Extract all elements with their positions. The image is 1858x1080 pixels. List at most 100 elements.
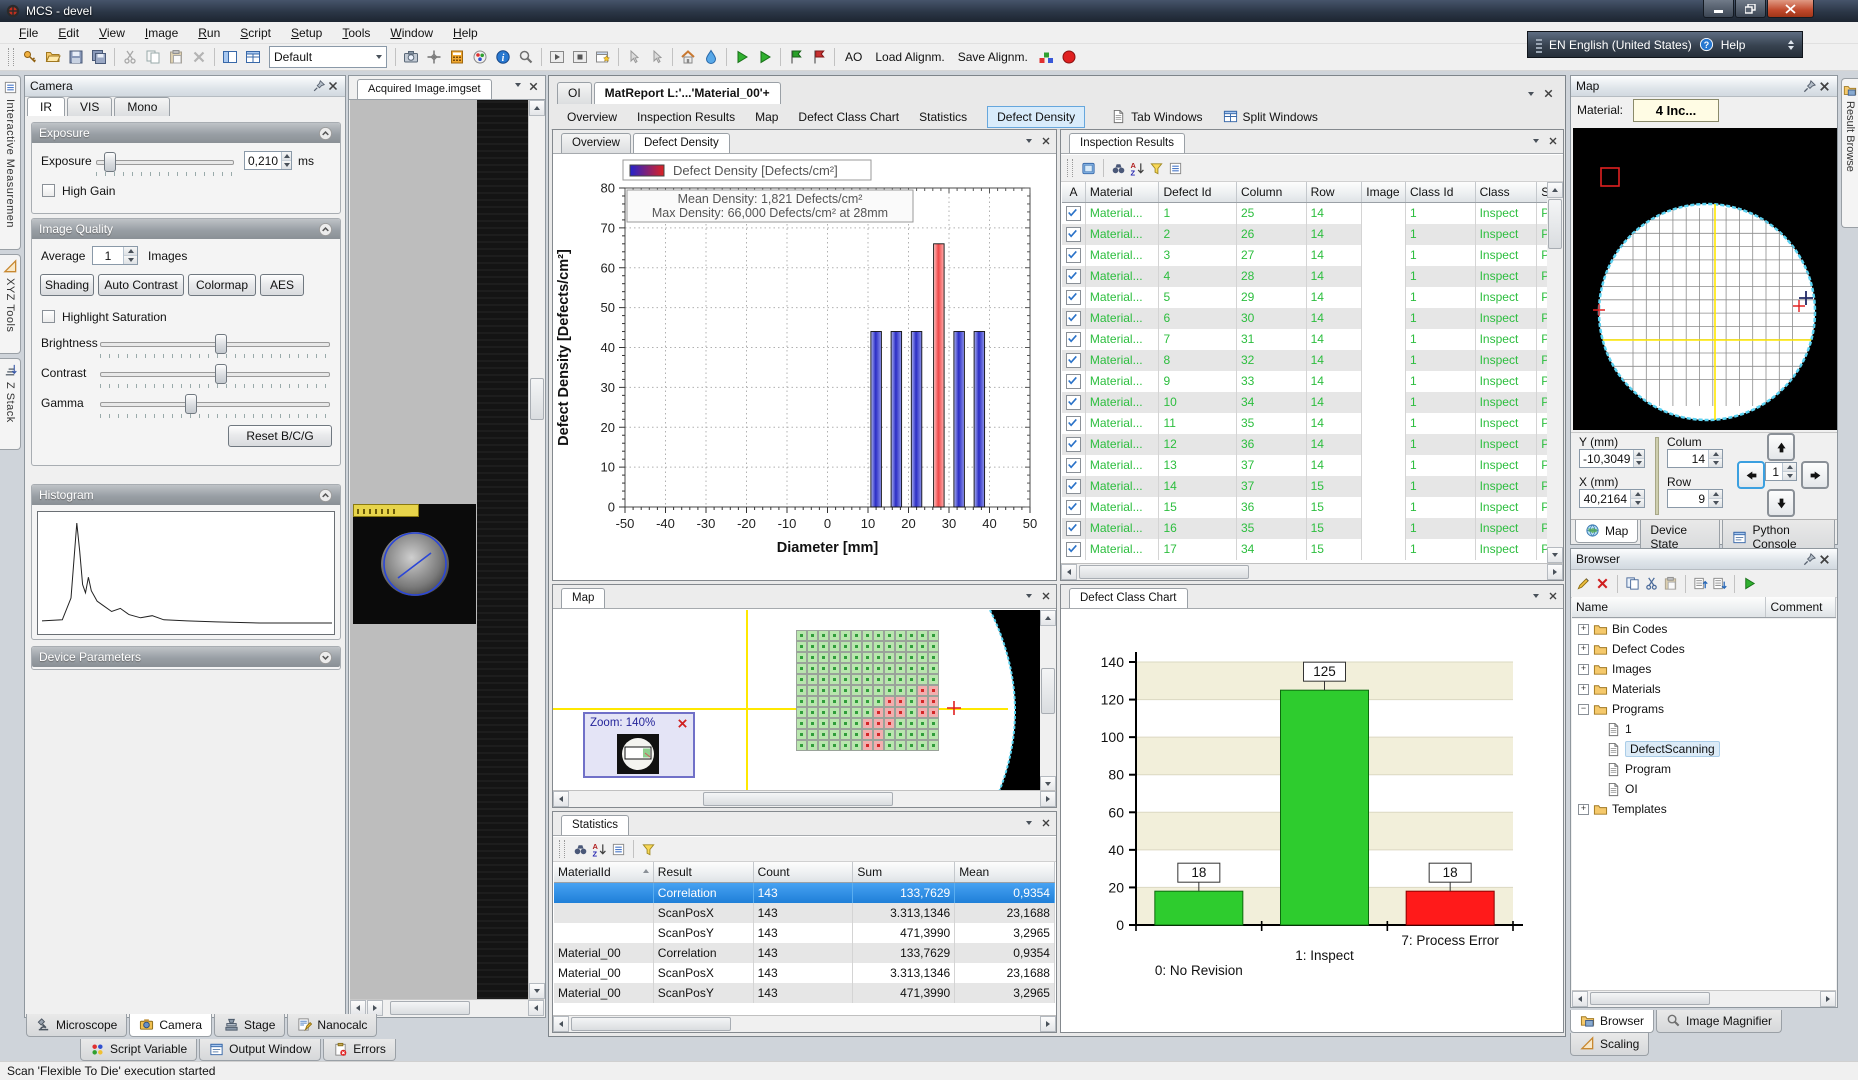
expand-icon[interactable]: + — [1578, 664, 1589, 675]
table-row[interactable]: Material_00Correlation143133,76290,9354 — [554, 943, 1055, 963]
filter-icon[interactable] — [1149, 161, 1164, 176]
dock-tab-image-magnifier[interactable]: Image Magnifier — [1656, 1010, 1782, 1033]
die-cell[interactable] — [906, 652, 917, 663]
cursor-button[interactable] — [623, 46, 645, 68]
table-row[interactable]: Material... 6 30 14 1 Inspect Pass — [1062, 308, 1549, 329]
tree-item-defect-codes[interactable]: + Defect Codes — [1572, 639, 1836, 659]
expand-icon[interactable]: + — [1578, 684, 1589, 695]
die-cell[interactable] — [851, 652, 862, 663]
die-cell[interactable] — [873, 641, 884, 652]
brightness-slider[interactable] — [100, 334, 330, 352]
die-cell[interactable] — [807, 729, 818, 740]
table-row[interactable]: Material... 9 33 14 1 Inspect Pass — [1062, 371, 1549, 392]
statistics-tab-statistics[interactable]: Statistics — [561, 815, 629, 835]
row-checkbox[interactable] — [1066, 500, 1081, 515]
die-cell[interactable] — [906, 641, 917, 652]
close-icon[interactable] — [1547, 590, 1559, 602]
die-cell[interactable] — [796, 630, 807, 641]
table-row[interactable]: Material... 2 26 14 1 Inspect Pass — [1062, 224, 1549, 245]
close-icon[interactable] — [527, 80, 540, 93]
tab-list-icon[interactable] — [1533, 139, 1539, 143]
menu-file[interactable]: File — [10, 24, 47, 42]
expand-icon[interactable]: + — [1578, 804, 1589, 815]
die-cell[interactable] — [928, 740, 939, 751]
die-cell[interactable] — [840, 630, 851, 641]
cut-b-icon[interactable] — [1644, 576, 1659, 591]
tree-item-images[interactable]: + Images — [1572, 659, 1836, 679]
device-tab-camera[interactable]: Camera — [129, 1014, 212, 1037]
titlebar[interactable]: MCS - devel — [0, 0, 1858, 22]
die-cell[interactable] — [818, 718, 829, 729]
die-cell[interactable] — [851, 729, 862, 740]
die-cell[interactable] — [895, 718, 906, 729]
ribbon-inspection-results[interactable]: Inspection Results — [637, 110, 735, 124]
die-cell[interactable] — [884, 663, 895, 674]
acquired-image-tab[interactable]: Acquired Image.imgset — [357, 79, 492, 99]
die-cell[interactable] — [829, 641, 840, 652]
die-cell[interactable] — [818, 641, 829, 652]
die-cell[interactable] — [873, 685, 884, 696]
close-icon[interactable] — [1817, 552, 1832, 567]
auto-contrast-button[interactable]: Auto Contrast — [98, 274, 184, 296]
column-header-comment[interactable]: Comment — [1766, 597, 1836, 617]
play-box-button[interactable] — [546, 46, 568, 68]
die-cell[interactable] — [928, 663, 939, 674]
die-cell[interactable] — [928, 641, 939, 652]
die-cell[interactable] — [906, 707, 917, 718]
aes-button[interactable]: AES — [260, 274, 304, 296]
row-checkbox[interactable] — [1066, 542, 1081, 557]
dock-tab-map[interactable]: Map — [1575, 520, 1638, 543]
list-icon[interactable] — [1168, 161, 1183, 176]
die-cell[interactable] — [829, 652, 840, 663]
column-header-image[interactable]: Image — [1362, 182, 1406, 202]
table-row[interactable]: Material... 5 29 14 1 Inspect Pass — [1062, 287, 1549, 308]
die-cell[interactable] — [829, 674, 840, 685]
die-cell[interactable] — [840, 718, 851, 729]
side-tab-interactive-measuremen[interactable]: Interactive Measuremen — [0, 75, 21, 250]
menu-help[interactable]: Help — [444, 24, 487, 42]
close-icon[interactable] — [326, 79, 340, 93]
row-checkbox[interactable] — [1066, 290, 1081, 305]
table-row[interactable]: Material... 12 36 14 1 Inspect Pass — [1062, 434, 1549, 455]
menu-setup[interactable]: Setup — [282, 24, 331, 42]
ribbon-defect-density[interactable]: Defect Density — [987, 106, 1085, 128]
die-cell[interactable] — [796, 652, 807, 663]
win-split-button[interactable] — [219, 46, 241, 68]
tree-item-programs[interactable]: − Programs — [1572, 699, 1836, 719]
die-cell[interactable] — [873, 718, 884, 729]
table-row[interactable]: Material... 8 32 14 1 Inspect Pass — [1062, 350, 1549, 371]
filter-icon[interactable] — [641, 842, 656, 857]
chev-up-icon[interactable] — [318, 488, 333, 503]
tree-item-1[interactable]: 1 — [1572, 719, 1836, 739]
info-button[interactable]: i — [492, 46, 514, 68]
list-icon[interactable] — [611, 842, 626, 857]
table-row[interactable]: Material... 7 31 14 1 Inspect Pass — [1062, 329, 1549, 350]
inspection-table[interactable]: AMaterialDefect IdColumnRowImageClass Id… — [1062, 182, 1549, 563]
row-spinner[interactable]: 9 — [1667, 489, 1723, 508]
row-checkbox[interactable] — [1066, 227, 1081, 242]
menu-window[interactable]: Window — [381, 24, 442, 42]
die-cell[interactable] — [873, 652, 884, 663]
row-checkbox[interactable] — [1066, 437, 1081, 452]
die-cell[interactable] — [862, 641, 873, 652]
die-cell[interactable] — [895, 707, 906, 718]
die-cell[interactable] — [807, 718, 818, 729]
die-cell[interactable] — [840, 652, 851, 663]
output-tab-errors[interactable]: Errors — [323, 1039, 396, 1061]
die-cell[interactable] — [928, 685, 939, 696]
table-row[interactable]: ScanPosX1433.313,134623,1688 — [554, 903, 1055, 923]
toolbar-ao-button[interactable]: AO — [839, 48, 868, 66]
tab-list-icon[interactable] — [515, 83, 521, 87]
die-cell[interactable] — [796, 740, 807, 751]
die-cell[interactable] — [851, 718, 862, 729]
column-header-class-id[interactable]: Class Id — [1406, 182, 1476, 202]
pin-icon[interactable] — [312, 79, 326, 93]
die-cell[interactable] — [829, 718, 840, 729]
tab-windows-button[interactable]: Tab Windows — [1111, 109, 1202, 124]
die-cell[interactable] — [818, 652, 829, 663]
die-cell[interactable] — [862, 740, 873, 751]
die-cell[interactable] — [796, 729, 807, 740]
home-button[interactable] — [677, 46, 699, 68]
camera-button[interactable] — [400, 46, 422, 68]
table-row[interactable]: Material... 14 37 15 1 Inspect Pass — [1062, 476, 1549, 497]
